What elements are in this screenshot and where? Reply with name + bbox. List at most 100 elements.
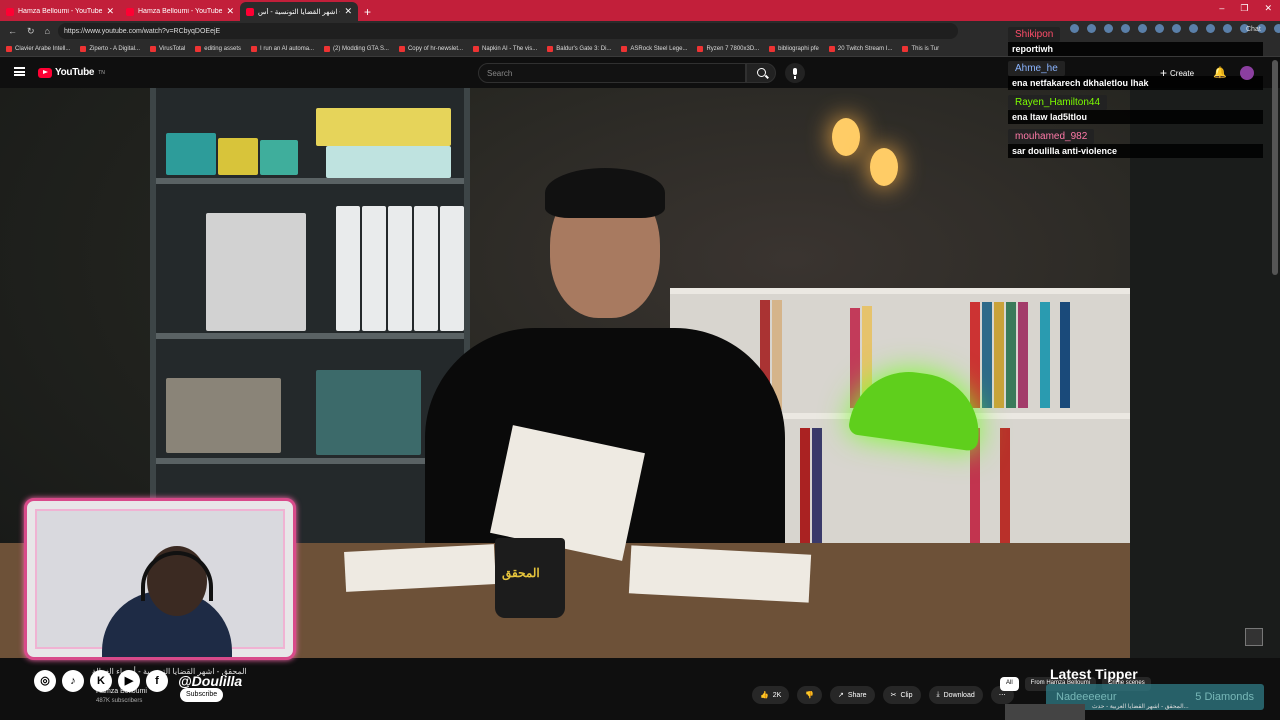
bookmark-item[interactable]: I run an AI automa...: [251, 45, 315, 52]
logo-text: YouTube: [55, 67, 95, 78]
share-label: Share: [847, 691, 867, 699]
bookmark-favicon-icon: [621, 45, 628, 52]
paper: [344, 544, 496, 592]
url-field[interactable]: https://www.youtube.com/watch?v=RCbyqDOE…: [58, 23, 958, 39]
bookmark-label: editing assets: [204, 45, 241, 52]
microphone-icon[interactable]: [785, 63, 805, 83]
bookmark-label: Ziperto - A Digital...: [89, 45, 141, 52]
recommended-thumbnail[interactable]: [1005, 704, 1085, 720]
bookmark-favicon-icon: [473, 45, 479, 52]
search-icon[interactable]: [746, 63, 776, 83]
youtube-favicon-icon: [246, 7, 254, 16]
bookmark-favicon-icon: [902, 45, 909, 52]
more-icon: ⋯: [998, 692, 1006, 699]
home-icon[interactable]: ⌂: [45, 26, 50, 36]
clip-label: Clip: [900, 691, 913, 699]
browser-tab-active[interactable]: المحقق - اشهر القضايا التونسية - أس ✕: [240, 2, 358, 21]
maximize-icon[interactable]: ❐: [1240, 3, 1248, 14]
hanging-bulb: [870, 148, 898, 186]
bookmark-item[interactable]: 20 Twitch Stream I...: [828, 45, 893, 52]
bookmark-item[interactable]: ASRock Steel Lege...: [621, 45, 688, 52]
bookmark-label: I run an AI automa...: [260, 45, 315, 52]
bookmark-favicon-icon: [324, 45, 331, 52]
latest-tipper-label: Latest Tipper: [1050, 666, 1138, 682]
bookmark-label: Napkin AI - The vis...: [482, 45, 538, 52]
bookmark-label: This is Tur: [911, 45, 940, 52]
bookmark-label: (2) Modding GTA S...: [333, 45, 389, 52]
tipper-amount: 5 Diamonds: [1195, 691, 1254, 703]
chat-text: ena ltaw lad5ltlou: [1008, 110, 1263, 124]
share-icon: ↗: [838, 692, 844, 699]
bookmark-favicon-icon: [828, 45, 835, 52]
bookmark-item[interactable]: Ziperto - A Digital...: [80, 45, 141, 52]
bookmark-label: ASRock Steel Lege...: [630, 45, 688, 52]
close-tab-icon[interactable]: ✕: [106, 6, 114, 17]
close-tab-icon[interactable]: ✕: [344, 6, 352, 17]
thumbs-down-icon: 👎: [805, 692, 814, 699]
browser-tab[interactable]: Hamza Belloumi - YouTube ✕: [0, 2, 120, 21]
bookmark-item[interactable]: Clavier Arabe Intell...: [6, 45, 70, 52]
youtube-logo[interactable]: YouTube TN: [38, 67, 105, 78]
chip-all[interactable]: All: [1000, 677, 1019, 691]
recommended-title[interactable]: المحقق - اشهر القضايا العربية - حدث...: [1092, 703, 1189, 710]
bookmark-item[interactable]: (2) Modding GTA S...: [324, 45, 389, 52]
share-button[interactable]: ↗ Share: [830, 686, 875, 704]
bookmark-item[interactable]: Baldur's Gate 3: Di...: [547, 45, 612, 52]
download-label: Download: [943, 691, 975, 699]
bookmark-label: VirusTotal: [159, 45, 186, 52]
tab-title: المحقق - اشهر القضايا التونسية - أس: [258, 8, 340, 16]
chat-text: sar doulilla anti-violence: [1008, 144, 1263, 158]
clip-button[interactable]: ✂ Clip: [882, 686, 921, 704]
bookmark-item[interactable]: This is Tur: [902, 45, 940, 52]
create-button[interactable]: + Create: [1160, 66, 1194, 80]
chat-username: Shikipon: [1008, 27, 1061, 42]
bookmark-item[interactable]: Napkin AI - The vis...: [473, 45, 538, 52]
bookmark-label: Ryzen 7 7800x3D...: [706, 45, 760, 52]
like-button[interactable]: 👍 2K: [752, 686, 790, 704]
chat-username: Rayen_Hamilton44: [1008, 95, 1108, 110]
bookmark-favicon-icon: [398, 45, 405, 52]
window-controls: – ❐ ✕: [1219, 3, 1272, 14]
minimize-icon[interactable]: –: [1219, 3, 1224, 14]
chat-message: Rayen_Hamilton44 ena ltaw lad5ltlou: [1008, 92, 1263, 124]
chat-text: reportiwh: [1008, 42, 1263, 56]
bell-icon[interactable]: 🔔: [1213, 66, 1227, 79]
search-input[interactable]: Search: [478, 63, 746, 83]
bookmark-favicon-icon: [251, 45, 257, 52]
tiktok-icon: ♪: [62, 670, 84, 692]
bookmark-label: Copy of hr-newslet...: [407, 45, 463, 52]
new-tab-icon[interactable]: +: [358, 5, 377, 21]
bookmark-item[interactable]: Copy of hr-newslet...: [398, 45, 463, 52]
webcam-overlay: [24, 498, 296, 660]
avatar[interactable]: [1240, 66, 1254, 80]
close-tab-icon[interactable]: ✕: [226, 6, 234, 17]
browser-tab[interactable]: Hamza Belloumi - YouTube ✕: [120, 2, 240, 21]
video-actions: 👍 2K 👎 ↗ Share ✂ Clip ⤓ Download ⋯: [752, 686, 1014, 704]
back-icon[interactable]: ←: [8, 26, 17, 36]
bookmark-favicon-icon: [6, 45, 12, 52]
bookmark-label: 20 Twitch Stream I...: [837, 45, 893, 52]
bookmark-favicon-icon: [150, 45, 157, 52]
page-scrollbar[interactable]: [1272, 60, 1278, 275]
close-window-icon[interactable]: ✕: [1264, 3, 1272, 14]
bookmark-favicon-icon: [547, 45, 554, 52]
bookmark-item[interactable]: VirusTotal: [150, 45, 186, 52]
bookmark-item[interactable]: editing assets: [195, 45, 241, 52]
thumbs-up-icon: 👍: [760, 692, 769, 699]
dislike-button[interactable]: 👎: [797, 686, 822, 704]
bookmark-favicon-icon: [769, 45, 776, 52]
social-handles: ◎ ♪ K ▶ f @Doulilla: [34, 670, 242, 692]
bookmark-label: Baldur's Gate 3: Di...: [556, 45, 612, 52]
bookmark-item[interactable]: Ryzen 7 7800x3D...: [697, 45, 760, 52]
chat-message: mouhamed_982 sar doulilla anti-violence: [1008, 126, 1263, 158]
reload-icon[interactable]: ↻: [27, 26, 35, 37]
extension-icon[interactable]: [1274, 24, 1280, 33]
bookmark-favicon-icon: [697, 45, 704, 52]
youtube-favicon-icon: [126, 7, 134, 16]
menu-icon[interactable]: [14, 67, 25, 76]
download-button[interactable]: ⤓ Download: [928, 686, 983, 704]
instagram-icon: ◎: [34, 670, 56, 692]
channel-watermark-icon[interactable]: [1245, 628, 1263, 646]
bookmark-item[interactable]: bibliographi pfe: [769, 45, 819, 52]
hanging-bulb: [832, 118, 860, 156]
